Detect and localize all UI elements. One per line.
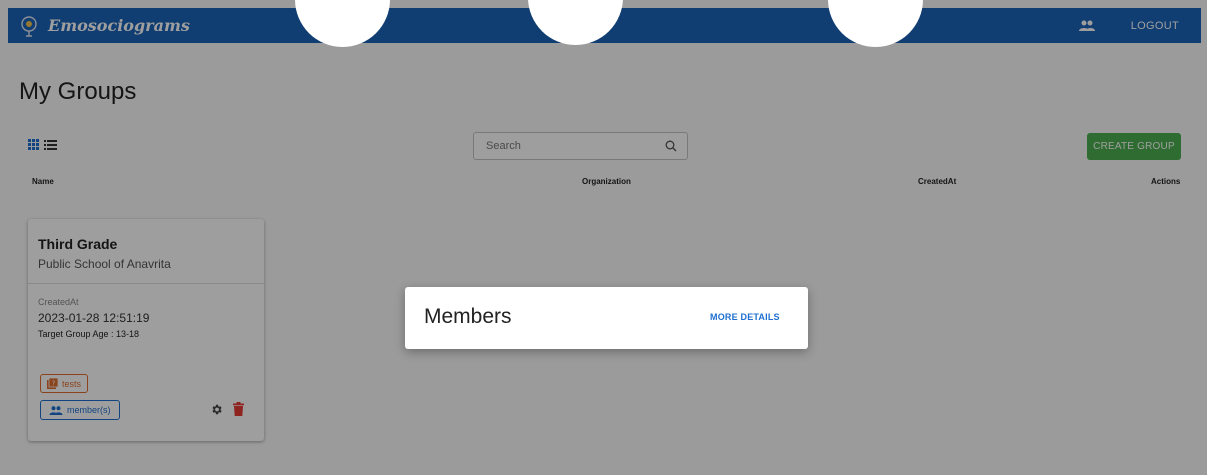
loading-blob [528,0,623,45]
dialog-title: Members [424,305,512,328]
loading-blob [828,0,923,47]
loading-blob [295,0,390,47]
members-dialog: Members MORE DETAILS [405,287,808,349]
more-details-button[interactable]: MORE DETAILS [710,312,780,322]
modal-backdrop[interactable] [0,0,1207,475]
